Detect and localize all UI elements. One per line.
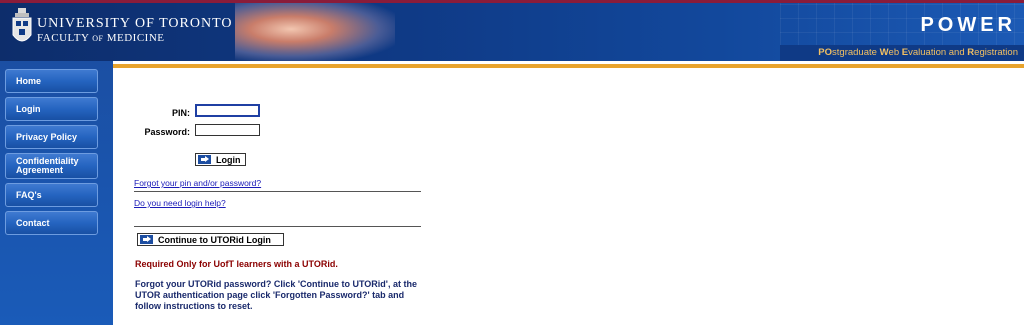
faculty-medicine-word: MEDICINE	[106, 32, 165, 44]
login-button[interactable]: Login	[195, 153, 246, 166]
site-header: UNIVERSITY OF TORONTO FACULTY OF MEDICIN…	[0, 3, 1024, 61]
divider	[134, 226, 421, 227]
pin-input[interactable]	[195, 104, 260, 117]
tagline-part: stgraduate	[832, 47, 880, 58]
utorid-login-button[interactable]: Continue to UTORid Login	[137, 233, 284, 246]
sidebar-item-confidentiality-agreement[interactable]: Confidentiality Agreement	[5, 153, 98, 179]
app-tagline: POstgraduate Web Evaluation and Registra…	[780, 45, 1024, 61]
sidebar-nav: Home Login Privacy Policy Confidentialit…	[0, 61, 113, 325]
divider	[134, 191, 421, 192]
sidebar-item-label: Contact	[16, 218, 50, 228]
tagline-part: W	[879, 47, 889, 58]
tagline-part: egistration	[974, 47, 1018, 58]
login-button-label: Login	[216, 154, 241, 165]
tagline-part: valuation and	[908, 47, 968, 58]
arrow-right-icon	[140, 235, 153, 244]
login-help-link[interactable]: Do you need login help?	[134, 198, 226, 208]
utorid-help-text: Forgot your UTORid password? Click 'Cont…	[135, 279, 417, 311]
sidebar-item-label: Privacy Policy	[16, 132, 78, 142]
tagline-part: PO	[818, 47, 833, 58]
app-title: POWER	[920, 14, 1016, 36]
sidebar-item-label: Confidentiality Agreement	[16, 156, 79, 175]
sidebar-item-privacy-policy[interactable]: Privacy Policy	[5, 125, 98, 149]
password-input[interactable]	[195, 124, 260, 136]
required-note: Required Only for UofT learners with a U…	[135, 259, 338, 269]
forgot-password-link[interactable]: Forgot your pin and/or password?	[134, 178, 261, 188]
utorid-button-label: Continue to UTORid Login	[158, 234, 271, 245]
sidebar-item-contact[interactable]: Contact	[5, 211, 98, 235]
sidebar-item-login[interactable]: Login	[5, 97, 98, 121]
pin-label: PIN:	[172, 108, 190, 118]
faculty-word: FACULTY	[37, 32, 89, 44]
sidebar-item-label: Home	[16, 76, 42, 86]
university-crest-icon	[12, 8, 32, 42]
university-name: UNIVERSITY OF TORONTO	[37, 16, 233, 31]
sidebar-item-label: FAQ's	[16, 190, 42, 200]
tagline-part: eb	[888, 47, 902, 58]
password-label: Password:	[144, 127, 190, 137]
faculty-name: FACULTY OF MEDICINE	[37, 32, 165, 45]
sidebar-item-faqs[interactable]: FAQ's	[5, 183, 98, 207]
main-content: PIN: Password: Login Forgot your pin and…	[113, 68, 1024, 325]
arrow-right-icon	[198, 155, 211, 164]
sidebar-item-home[interactable]: Home	[5, 69, 98, 93]
faculty-of-word: OF	[92, 34, 104, 43]
sidebar-item-label: Login	[16, 104, 41, 114]
header-photo	[235, 3, 395, 61]
